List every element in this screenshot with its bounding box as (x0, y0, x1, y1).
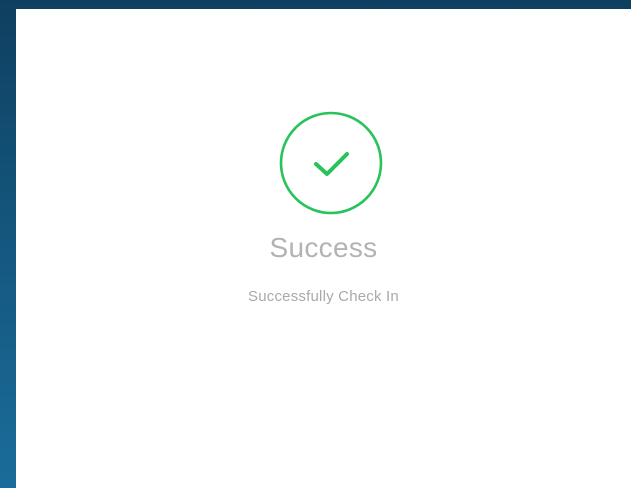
app-screen: Success Successfully Check In (16, 9, 631, 488)
success-panel: Success Successfully Check In (16, 9, 631, 488)
check-circle-icon (279, 111, 383, 215)
success-message: Successfully Check In (248, 288, 399, 305)
success-title: Success (269, 232, 378, 263)
